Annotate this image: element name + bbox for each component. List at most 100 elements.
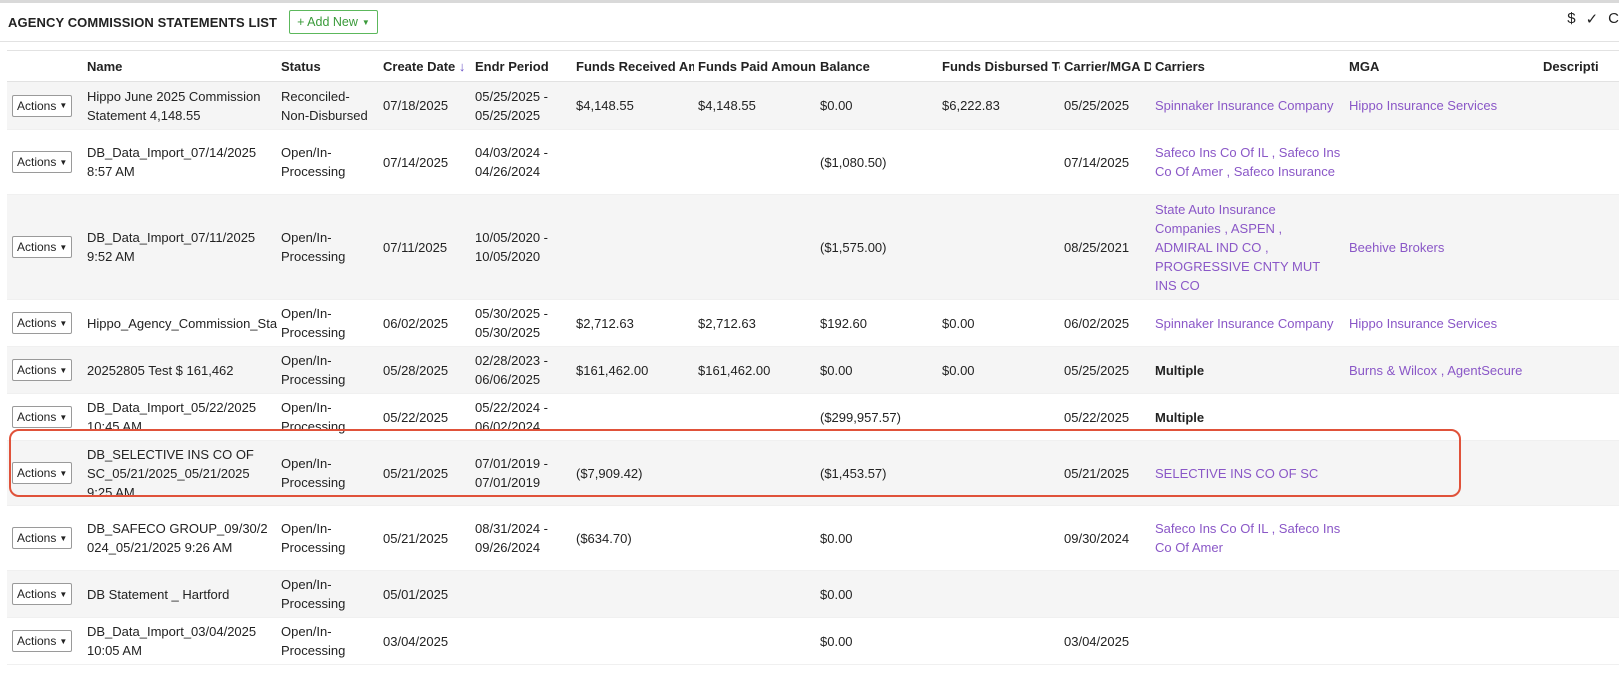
refresh-icon[interactable]: C <box>1608 10 1619 28</box>
actions-cell: Actions ▼ <box>7 583 83 605</box>
create-date-cell: 06/02/2025 <box>383 315 449 331</box>
carrier-mga-date-cell: 05/25/2025 <box>1064 362 1130 378</box>
status-cell: Open/In-Processing <box>281 456 346 490</box>
check-icon[interactable]: ✓ <box>1586 10 1599 28</box>
actions-cell: Actions ▼ <box>7 236 83 258</box>
carriers-link[interactable]: Safeco Ins Co Of IL , Safeco Ins Co Of A… <box>1151 519 1345 557</box>
table-row: Actions ▼ Hippo June 2025 Commission Stat… <box>7 82 1619 130</box>
create-date-cell: 03/04/2025 <box>383 633 449 649</box>
mga-link[interactable]: Beehive Brokers <box>1345 238 1539 257</box>
actions-label: Actions <box>17 363 57 377</box>
actions-button[interactable]: Actions ▼ <box>12 94 73 117</box>
mga-link[interactable]: Hippo Insurance Services <box>1345 314 1539 333</box>
header-name[interactable]: Name <box>83 57 277 76</box>
name-cell: 20252805 Test $ 161,462 <box>87 362 234 378</box>
carriers-link[interactable]: State Auto Insurance Companies , ASPEN ,… <box>1151 200 1345 295</box>
chevron-down-icon: ▼ <box>59 318 68 328</box>
status-cell: Open/In-Processing <box>281 400 346 434</box>
table-row: Actions ▼ DB Statement _ Hartford Open/In… <box>7 571 1619 618</box>
header-carrier-mga-date[interactable]: Carrier/MGA Date <box>1060 57 1151 76</box>
header-mga[interactable]: MGA <box>1345 57 1539 76</box>
header-funds-received[interactable]: Funds Received Amount <box>572 57 694 76</box>
endr-period-cell: 08/31/2024 - 09/26/2024 <box>475 521 549 555</box>
actions-label: Actions <box>17 587 57 601</box>
endr-period-cell: 05/25/2025 - 05/25/2025 <box>475 88 549 123</box>
carrier-mga-date-cell: 05/22/2025 <box>1064 409 1130 425</box>
balance-cell: $0.00 <box>820 530 853 546</box>
header-description[interactable]: Description <box>1539 57 1599 76</box>
funds-disbursed-cell: $0.00 <box>942 315 975 331</box>
funds-paid-cell: $2,712.63 <box>698 315 756 331</box>
table-row: Actions ▼ DB_SAFECO GROUP_09/30/2024_05/2… <box>7 506 1619 571</box>
header-endr-period[interactable]: Endr Period <box>471 57 572 76</box>
carrier-mga-date-cell: 03/04/2025 <box>1064 633 1130 649</box>
status-cell: Open/In-Processing <box>281 353 346 387</box>
actions-cell: Actions ▼ <box>7 151 83 173</box>
actions-button[interactable]: Actions ▼ <box>12 462 73 484</box>
funds-disbursed-cell: $6,222.83 <box>942 98 1000 113</box>
actions-button[interactable]: Actions ▼ <box>12 527 73 549</box>
name-cell: DB_SAFECO GROUP_09/30/2024_05/21/2025 9:… <box>87 521 268 555</box>
toolbar: $ ✓ C <box>1567 10 1619 28</box>
mga-link[interactable]: Burns & Wilcox , AgentSecure <box>1345 361 1539 380</box>
carriers-link[interactable]: Safeco Ins Co Of IL , Safeco Ins Co Of A… <box>1151 143 1345 181</box>
actions-button[interactable]: Actions ▼ <box>12 406 73 428</box>
mga-link[interactable]: Hippo Insurance Services <box>1345 96 1539 115</box>
balance-cell: ($1,080.50) <box>820 154 887 170</box>
carriers-link[interactable]: Spinnaker Insurance Company <box>1151 314 1345 333</box>
status-cell: Open/In-Processing <box>281 145 346 179</box>
actions-button[interactable]: Actions ▼ <box>12 630 73 652</box>
carrier-mga-date-cell: 06/02/2025 <box>1064 315 1130 331</box>
funds-received-cell: ($634.70) <box>576 530 632 546</box>
table-row: Actions ▼ DB_Data_Import_05/22/2025 10:45… <box>7 394 1619 441</box>
header-funds-paid[interactable]: Funds Paid Amount <box>694 57 816 76</box>
actions-label: Actions <box>17 531 57 545</box>
actions-button[interactable]: Actions ▼ <box>12 151 73 173</box>
actions-cell: Actions ▼ <box>7 94 83 117</box>
status-cell: Open/In-Processing <box>281 521 346 555</box>
actions-button[interactable]: Actions ▼ <box>12 359 73 381</box>
actions-label: Actions <box>17 240 57 254</box>
carrier-mga-date-cell: 09/30/2024 <box>1064 530 1130 546</box>
table-row: Actions ▼ DB_Data_Import_03/04/2025 10:05… <box>7 618 1619 665</box>
actions-button[interactable]: Actions ▼ <box>12 236 73 258</box>
dollar-icon[interactable]: $ <box>1567 10 1575 28</box>
carriers-link[interactable]: SELECTIVE INS CO OF SC <box>1151 464 1345 483</box>
funds-received-cell: $161,462.00 <box>576 362 649 378</box>
actions-button[interactable]: Actions ▼ <box>12 312 73 334</box>
actions-cell: Actions ▼ <box>7 312 83 334</box>
create-date-cell: 07/18/2025 <box>383 98 449 113</box>
header-status[interactable]: Status <box>277 57 379 76</box>
add-new-button[interactable]: + Add New ▼ <box>289 10 378 34</box>
chevron-down-icon: ▼ <box>59 468 68 478</box>
name-cell: DB_SELECTIVE INS CO OF SC_05/21/2025_05/… <box>87 446 254 500</box>
table-row: Actions ▼ DB_Data_Import_07/11/2025 9:52 … <box>7 195 1619 300</box>
header-funds-disbursed[interactable]: Funds Disbursed Total <box>938 57 1060 76</box>
funds-disbursed-cell: $0.00 <box>942 362 975 378</box>
endr-period-cell: 07/01/2019 - 07/01/2019 <box>475 456 549 490</box>
actions-cell: Actions ▼ <box>7 527 83 549</box>
endr-period-cell: 05/22/2024 - 06/02/2024 <box>475 400 549 434</box>
name-cell: DB_Data_Import_05/22/2025 10:45 AM <box>87 400 257 434</box>
actions-button[interactable]: Actions ▼ <box>12 583 73 605</box>
name-cell: Hippo_Agency_Commission_Statement <box>87 315 277 331</box>
balance-cell: $0.00 <box>820 362 853 378</box>
carriers-link[interactable]: Spinnaker Insurance Company <box>1151 96 1345 115</box>
name-cell: Hippo June 2025 Commission Statement 4,1… <box>87 88 261 123</box>
header-carriers[interactable]: Carriers <box>1151 57 1345 76</box>
grid-header-row: Name Status Create Date ↓ Endr Period Fu… <box>7 50 1619 82</box>
table-row-selective: Actions ▼ DB_SELECTIVE INS CO OF SC_05/21… <box>7 441 1619 506</box>
header-create-date[interactable]: Create Date ↓ <box>379 57 471 76</box>
balance-cell: $0.00 <box>820 98 853 113</box>
page-header: AGENCY COMMISSION STATEMENTS LIST + Add … <box>0 3 1619 42</box>
header-balance[interactable]: Balance <box>816 57 938 76</box>
name-cell: DB_Data_Import_07/14/2025 8:57 AM <box>87 145 257 179</box>
create-date-cell: 05/28/2025 <box>383 362 449 378</box>
carrier-mga-date-cell: 08/25/2021 <box>1064 239 1130 255</box>
chevron-down-icon: ▼ <box>361 17 370 27</box>
name-cell: DB Statement _ Hartford <box>87 586 230 602</box>
add-new-label: + Add New <box>297 15 358 29</box>
create-date-cell: 05/01/2025 <box>383 586 449 602</box>
create-date-cell: 05/21/2025 <box>383 465 449 481</box>
carrier-mga-date-cell: 05/21/2025 <box>1064 465 1130 481</box>
